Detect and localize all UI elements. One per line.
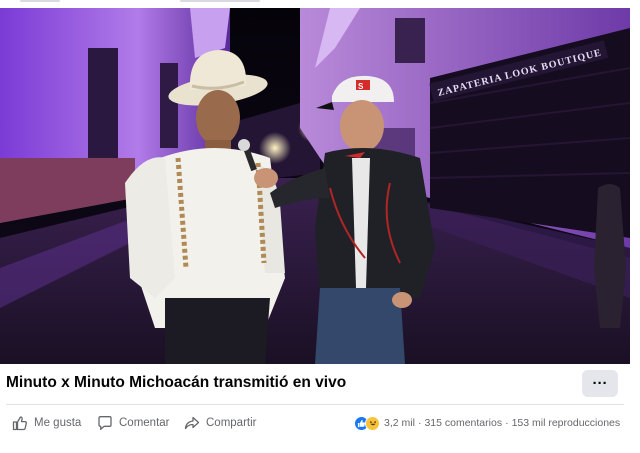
post-title[interactable]: Minuto x Minuto Michoacán transmitió en … <box>6 374 346 392</box>
background-person <box>594 184 626 328</box>
comment-icon <box>98 416 112 430</box>
share-button[interactable]: Compartir <box>184 413 256 433</box>
left-window <box>160 63 178 148</box>
left-window <box>88 48 118 158</box>
share-label: Compartir <box>206 417 257 429</box>
top-tab-indicator <box>20 0 60 2</box>
reactions-count[interactable]: 3,2 mil <box>384 417 415 429</box>
haha-reaction-icon[interactable] <box>365 415 380 431</box>
top-strip <box>0 0 640 8</box>
engagement-stats: 3,2 mil · 315 comentarios · 153 mil repr… <box>354 415 620 431</box>
action-bar: Me gusta Comentar Compartir 3,2 mil · 31… <box>0 405 640 441</box>
comment-button[interactable]: Comentar <box>97 413 170 433</box>
like-button[interactable]: Me gusta <box>12 413 81 433</box>
stats-separator: · <box>417 417 422 429</box>
views-count: 153 mil reproducciones <box>511 417 621 429</box>
bottom-strip <box>0 441 640 453</box>
video-frame: ZAPATERIA LOOK BOUTIQUE S <box>0 8 630 364</box>
stats-separator: · <box>505 417 509 429</box>
cap-logo: S <box>358 82 364 91</box>
comments-count[interactable]: 315 comentarios <box>424 417 502 429</box>
post-title-row: Minuto x Minuto Michoacán transmitió en … <box>0 364 640 404</box>
comment-label: Comentar <box>119 417 170 429</box>
like-label: Me gusta <box>34 417 82 429</box>
share-icon <box>184 416 200 430</box>
right-window <box>395 18 425 63</box>
more-options-button[interactable]: ··· <box>582 370 618 397</box>
top-tab-indicator <box>180 0 260 2</box>
more-icon: ··· <box>592 375 608 392</box>
live-video-player[interactable]: ZAPATERIA LOOK BOUTIQUE S <box>0 8 630 364</box>
thumbs-up-icon <box>12 416 27 431</box>
